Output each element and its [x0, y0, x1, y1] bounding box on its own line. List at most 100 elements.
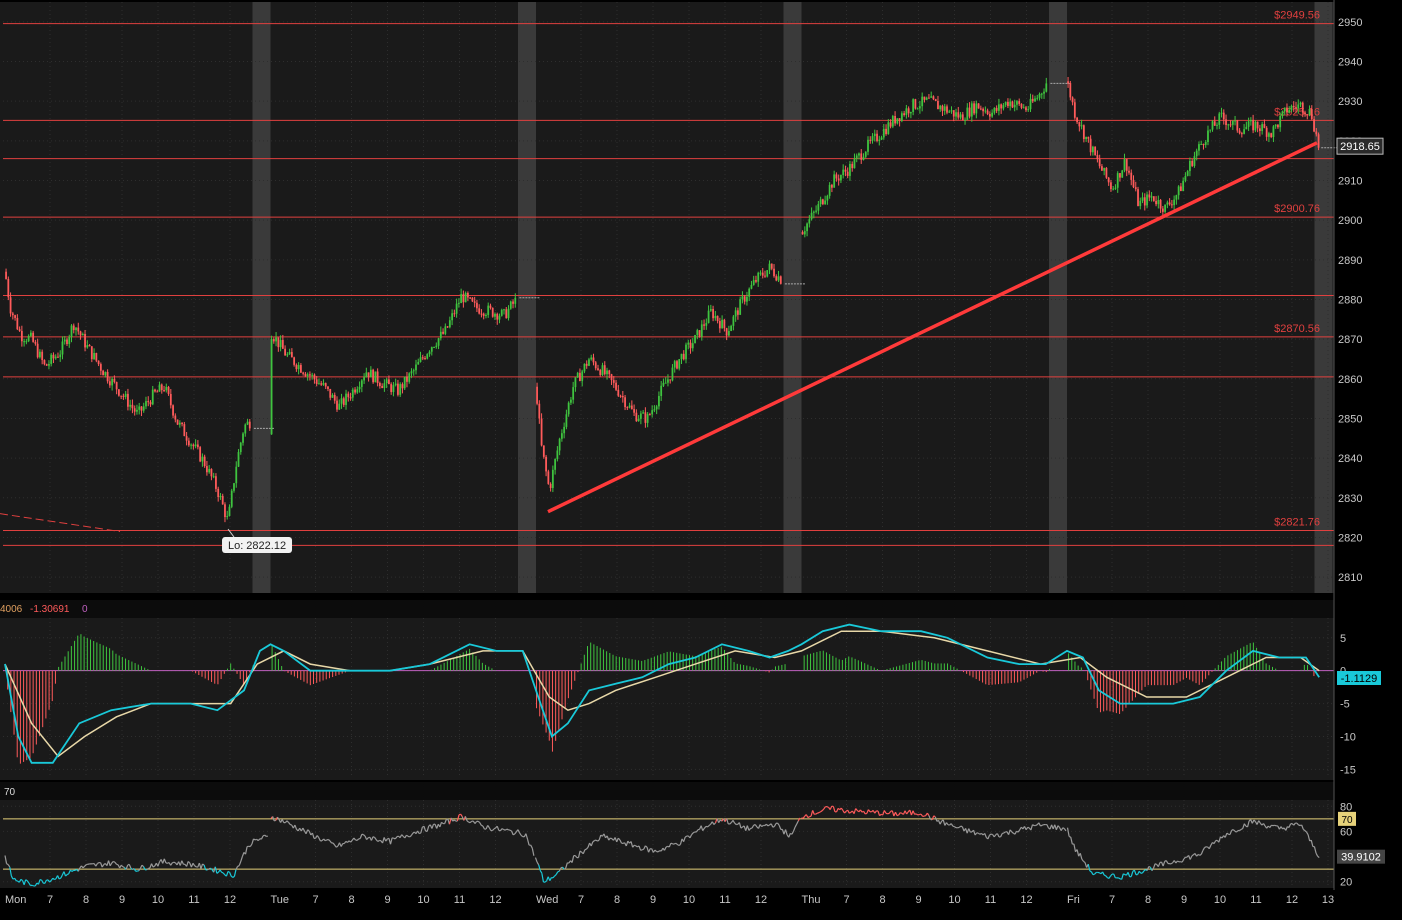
candle-body [1018, 101, 1020, 104]
candle-body [136, 410, 138, 412]
candle-body [917, 108, 919, 109]
candle-body [1117, 173, 1119, 188]
candle-body [30, 333, 32, 336]
y-tick-label: 2940 [1338, 56, 1362, 68]
candle-body [860, 153, 862, 159]
candle-body [490, 306, 492, 308]
candle-body [508, 309, 510, 318]
candle-body [204, 457, 206, 466]
candle-body [397, 384, 399, 395]
candle-body [561, 433, 563, 439]
candle-body [1003, 105, 1005, 108]
candle-body [1291, 106, 1293, 110]
candle-body [370, 370, 372, 378]
rsi-segment [513, 834, 515, 835]
candle-body [197, 445, 199, 448]
candle-body [1112, 189, 1114, 190]
candle-body [345, 394, 347, 405]
candle-body [71, 326, 73, 337]
candle-body [201, 457, 203, 462]
candle-body [676, 361, 678, 368]
candle-body [1311, 109, 1313, 119]
candle-body [1263, 124, 1265, 128]
candle-body [1306, 114, 1308, 115]
candle-body [1234, 120, 1236, 121]
rsi-segment [1032, 825, 1034, 826]
candle-body [730, 326, 732, 331]
candle-body [435, 346, 437, 347]
candle-body [188, 441, 190, 446]
candle-body [390, 384, 392, 392]
candle-body [211, 469, 213, 476]
rsi-segment [865, 813, 867, 814]
candle-body [1297, 104, 1299, 108]
candle-body [186, 436, 188, 441]
candle-body [159, 384, 161, 391]
y-tick-label: 2910 [1338, 175, 1362, 187]
candle-body [302, 373, 304, 374]
candle-body [604, 365, 606, 374]
candle-body [318, 383, 320, 384]
x-tick-hour: 7 [578, 894, 584, 906]
candle-body [134, 408, 136, 411]
candle-body [1227, 124, 1229, 125]
candle-body [748, 289, 750, 297]
rsi-segment [1028, 827, 1030, 828]
candle-body [1175, 195, 1177, 199]
rsi-segment [7, 864, 9, 865]
candle-body [1254, 122, 1256, 131]
rsi-tick-label: 80 [1340, 801, 1352, 813]
candle-body [478, 308, 480, 313]
candle-body [215, 476, 217, 489]
candle-body [1282, 111, 1284, 116]
y-tick-label: 2880 [1338, 294, 1362, 306]
candle-body [224, 504, 226, 517]
candle-body [1142, 197, 1144, 201]
y-tick-label: 2890 [1338, 255, 1362, 267]
y-tick-label: 2840 [1338, 453, 1362, 465]
candle-body [1099, 159, 1101, 166]
candle-body [93, 353, 95, 359]
candle-body [25, 341, 27, 342]
candle-body [309, 374, 311, 375]
candle-body [1130, 173, 1132, 180]
candle-body [883, 129, 885, 138]
candle-body [1194, 156, 1196, 166]
x-tick-hour: 8 [1145, 894, 1151, 906]
candle-body [1137, 189, 1139, 206]
rsi-segment [558, 871, 560, 872]
candle-body [129, 405, 131, 407]
x-tick-hour: 9 [119, 894, 125, 906]
candle-body [755, 280, 757, 282]
candle-body [1025, 107, 1027, 110]
candle-body [1085, 137, 1087, 139]
candle-body [699, 330, 701, 337]
candle-body [903, 113, 905, 115]
rsi-segment [1123, 874, 1125, 875]
candle-body [411, 371, 413, 373]
x-tick-hour: 7 [1109, 894, 1115, 906]
candle-body [1189, 161, 1191, 171]
candle-body [651, 410, 653, 414]
candle-body [778, 276, 780, 280]
candle-body [1148, 195, 1150, 198]
y-tick-label: 2930 [1338, 96, 1362, 108]
rsi-segment [1040, 825, 1042, 826]
candle-body [863, 157, 865, 160]
candle-body [942, 106, 944, 111]
candle-body [305, 374, 307, 376]
macd-header-value-2: -1.30691 [30, 604, 70, 615]
candle-body [1218, 114, 1220, 125]
candle-body [39, 352, 41, 357]
candle-body [881, 137, 883, 139]
candle-body [1151, 196, 1153, 197]
y-tick-label: 2830 [1338, 493, 1362, 505]
candle-body [957, 112, 959, 117]
candle-body [1106, 168, 1108, 178]
candle-body [606, 370, 608, 374]
candle-body [690, 343, 692, 349]
candle-body [277, 337, 279, 347]
candle-body [980, 108, 982, 109]
candle-body [80, 331, 82, 335]
candle-body [1124, 159, 1126, 170]
